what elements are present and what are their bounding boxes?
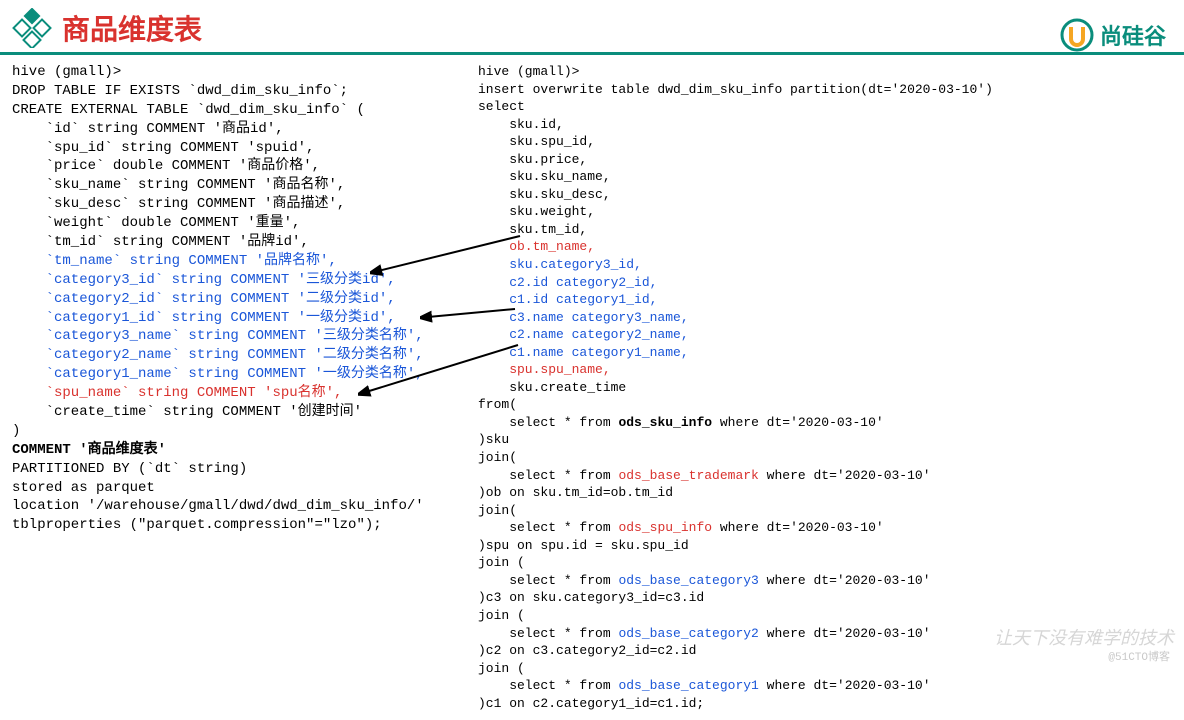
code-line: PARTITIONED BY (`dt` string): [12, 461, 247, 477]
code-line: select * from ods_sku_info where dt='202…: [478, 415, 884, 430]
code-line-highlight: `category2_id` string COMMENT '二级分类id',: [12, 291, 396, 307]
sql-create-block: hive (gmall)> DROP TABLE IF EXISTS `dwd_…: [12, 63, 492, 712]
code-line-highlight: c1.name category1_name,: [478, 345, 689, 360]
code-line: `sku_name` string COMMENT '商品名称',: [12, 177, 345, 193]
code-line-highlight: `category1_id` string COMMENT '一级分类id',: [12, 310, 396, 326]
code-line: sku.spu_id,: [478, 134, 595, 149]
content: hive (gmall)> DROP TABLE IF EXISTS `dwd_…: [0, 55, 1184, 720]
brand-icon-right: [1060, 18, 1094, 52]
code-line-highlight: ob.tm_name,: [478, 239, 595, 254]
code-line-highlight: c2.id category2_id,: [478, 275, 657, 290]
code-line-highlight: c2.name category2_name,: [478, 327, 689, 342]
code-line: stored as parquet: [12, 480, 155, 496]
code-line-highlight: sku.category3_id,: [478, 257, 642, 272]
code-line: insert overwrite table dwd_dim_sku_info …: [478, 82, 993, 97]
code-line: `spu_id` string COMMENT 'spuid',: [12, 140, 314, 156]
code-line: `id` string COMMENT '商品id',: [12, 121, 284, 137]
code-line: sku.id,: [478, 117, 564, 132]
code-line: select * from ods_spu_info where dt='202…: [478, 520, 884, 535]
code-line: from(: [478, 397, 517, 412]
code-line: `tm_id` string COMMENT '品牌id',: [12, 234, 309, 250]
code-line-highlight: spu.spu_name,: [478, 362, 611, 377]
code-line: select: [478, 99, 525, 114]
watermark-slogan: 让天下没有难学的技术: [994, 624, 1174, 650]
code-line: )c3 on sku.category3_id=c3.id: [478, 590, 704, 605]
brand-icon-left: [12, 8, 52, 48]
code-line: sku.price,: [478, 152, 587, 167]
code-line-highlight: c3.name category3_name,: [478, 310, 689, 325]
code-line: `price` double COMMENT '商品价格',: [12, 158, 320, 174]
code-line: )sku: [478, 432, 509, 447]
brand-logo-right: 尚硅谷: [1060, 18, 1166, 52]
code-line: sku.weight,: [478, 204, 595, 219]
page-title: 商品维度表: [62, 8, 202, 48]
code-line: CREATE EXTERNAL TABLE `dwd_dim_sku_info`…: [12, 102, 365, 118]
code-line: join (: [478, 608, 525, 623]
code-line: `sku_desc` string COMMENT '商品描述',: [12, 196, 345, 212]
code-line: sku.sku_desc,: [478, 187, 611, 202]
code-line: `create_time` string COMMENT '创建时间': [12, 404, 362, 420]
code-line: sku.tm_id,: [478, 222, 587, 237]
code-line: sku.sku_name,: [478, 169, 611, 184]
brand-name: 尚硅谷: [1100, 19, 1166, 51]
code-line: hive (gmall)>: [12, 64, 121, 80]
code-line-highlight: `category3_name` string COMMENT '三级分类名称'…: [12, 328, 424, 344]
code-line: select * from ods_base_category1 where d…: [478, 678, 931, 693]
code-line: join(: [478, 503, 517, 518]
code-line: )c1 on c2.category1_id=c1.id;: [478, 696, 704, 711]
code-line: select * from ods_base_trademark where d…: [478, 468, 931, 483]
code-line: location '/warehouse/gmall/dwd/dwd_dim_s…: [12, 498, 424, 514]
header: 商品维度表: [0, 0, 1184, 55]
code-line: )spu on spu.id = sku.spu_id: [478, 538, 689, 553]
code-line: DROP TABLE IF EXISTS `dwd_dim_sku_info`;: [12, 83, 348, 99]
code-line-highlight: `spu_name` string COMMENT 'spu名称',: [12, 385, 342, 401]
code-line: )ob on sku.tm_id=ob.tm_id: [478, 485, 673, 500]
code-line: ): [12, 423, 20, 439]
code-line-highlight: `category3_id` string COMMENT '三级分类id',: [12, 272, 396, 288]
code-line: `weight` double COMMENT '重量',: [12, 215, 300, 231]
code-line: sku.create_time: [478, 380, 626, 395]
code-line-highlight: `tm_name` string COMMENT '品牌名称',: [12, 253, 337, 269]
code-line: tblproperties ("parquet.compression"="lz…: [12, 517, 382, 533]
code-line: select * from ods_base_category3 where d…: [478, 573, 931, 588]
code-line-highlight: `category1_name` string COMMENT '一级分类名称'…: [12, 366, 424, 382]
watermark-credit: @51CTO博客: [1108, 648, 1170, 664]
code-line: )c2 on c3.category2_id=c2.id: [478, 643, 696, 658]
code-line: join(: [478, 450, 517, 465]
code-line: hive (gmall)>: [478, 64, 579, 79]
code-line-highlight: c1.id category1_id,: [478, 292, 657, 307]
code-line: COMMENT '商品维度表': [12, 442, 166, 458]
code-line: join (: [478, 555, 525, 570]
code-line: select * from ods_base_category2 where d…: [478, 626, 931, 641]
sql-insert-block: hive (gmall)> insert overwrite table dwd…: [478, 63, 993, 712]
code-line: join (: [478, 661, 525, 676]
code-line-highlight: `category2_name` string COMMENT '二级分类名称'…: [12, 347, 424, 363]
